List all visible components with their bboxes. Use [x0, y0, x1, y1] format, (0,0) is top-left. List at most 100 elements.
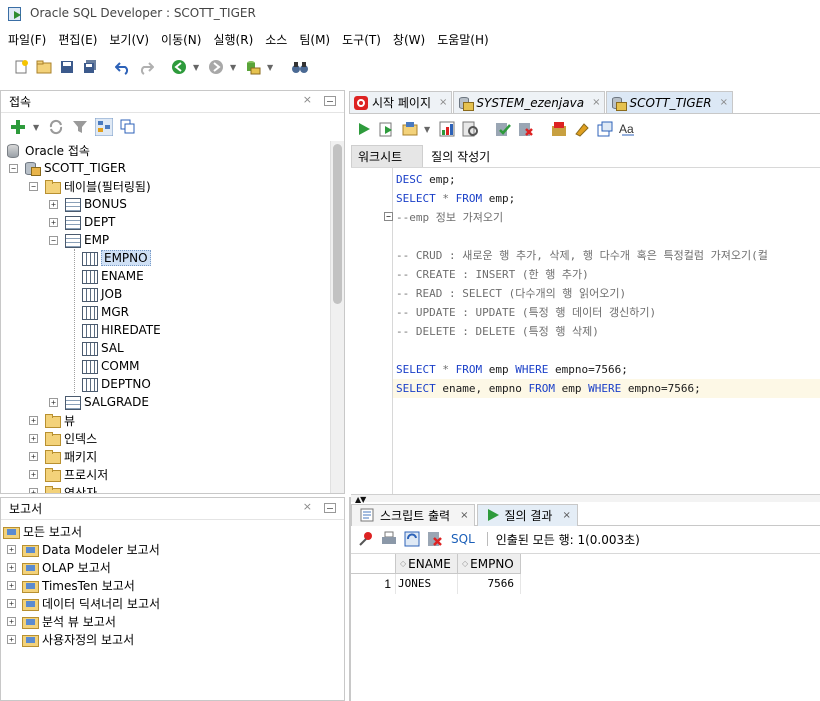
code-line[interactable]: --emp 정보 가져오기 [396, 208, 503, 227]
forward-icon[interactable] [207, 58, 225, 76]
save-all-icon[interactable] [81, 58, 99, 76]
connections-scrollbar[interactable] [330, 141, 344, 493]
schema-browser-icon[interactable] [95, 118, 113, 136]
forward-dropdown-icon[interactable]: ▼ [230, 63, 238, 72]
tree-node[interactable]: Oracle 접속 [1, 141, 344, 159]
add-connection-icon[interactable] [9, 118, 27, 136]
tree-node[interactable]: MGR [1, 303, 344, 321]
collapse-icon[interactable]: − [49, 235, 58, 245]
editor-results-splitter[interactable]: ▲▼ [351, 494, 820, 504]
column-header-empno[interactable]: ◇ EMPNO [458, 554, 521, 574]
run-statement-icon[interactable] [355, 120, 373, 138]
collapse-all-icon[interactable] [119, 118, 137, 136]
cell-empno[interactable]: 7566 [458, 574, 521, 594]
tree-node[interactable]: − SCOTT_TIGER [1, 159, 344, 177]
run-script-icon[interactable] [378, 120, 396, 138]
refresh-icon[interactable] [47, 118, 65, 136]
close-icon[interactable]: × [592, 97, 600, 108]
menu-file[interactable]: 파일(F) [4, 26, 50, 54]
expand-icon[interactable]: + [29, 469, 38, 479]
open-folder-icon[interactable] [35, 58, 53, 76]
tree-node[interactable]: + SALGRADE [1, 393, 344, 411]
tree-node[interactable]: + BONUS [1, 195, 344, 213]
expand-icon[interactable]: + [7, 562, 16, 572]
sql-connection-dropdown-icon[interactable]: ▼ [267, 63, 275, 72]
tab-query-result[interactable]: 질의 결과 × [477, 503, 578, 526]
tab-query-builder[interactable]: 질의 작성기 [425, 146, 496, 167]
tree-node[interactable]: HIREDATE [1, 321, 344, 339]
menu-source[interactable]: 소스 [261, 26, 291, 54]
tree-node[interactable]: COMM [1, 357, 344, 375]
sql-connection-icon[interactable] [244, 58, 262, 76]
tree-node[interactable]: + Data Modeler 보고서 [1, 540, 344, 558]
collapse-icon[interactable]: − [29, 181, 38, 191]
binoculars-icon[interactable] [291, 58, 309, 76]
menu-navigate[interactable]: 이동(N) [157, 26, 205, 54]
rollback-icon[interactable] [517, 120, 535, 138]
pin-icon[interactable] [357, 530, 375, 548]
minimize-icon[interactable] [324, 96, 336, 106]
expand-icon[interactable]: + [49, 217, 58, 227]
clear-icon[interactable] [573, 120, 591, 138]
close-icon[interactable]: × [439, 97, 447, 108]
code-line[interactable]: SELECT * FROM emp; [396, 189, 515, 208]
code-line[interactable]: -- READ : SELECT (다수개의 행 읽어오기) [396, 284, 626, 303]
new-file-icon[interactable] [12, 58, 30, 76]
undo-icon[interactable] [114, 58, 132, 76]
tree-node[interactable]: + 연산자 [1, 483, 344, 493]
sql-tuning-icon[interactable] [461, 120, 479, 138]
expand-icon[interactable]: + [7, 616, 16, 626]
tree-node[interactable]: SAL [1, 339, 344, 357]
print-icon[interactable] [380, 530, 398, 548]
tree-node[interactable]: + OLAP 보고서 [1, 558, 344, 576]
code-line[interactable]: -- UPDATE : UPDATE (특정 행 데이터 갱신하기) [396, 303, 656, 322]
tree-node[interactable]: + 데이터 딕셔너리 보고서 [1, 594, 344, 612]
fold-toggle-icon[interactable]: − [384, 212, 393, 221]
close-icon[interactable]: × [303, 500, 312, 513]
menu-help[interactable]: 도움말(H) [433, 26, 493, 54]
sql-history-icon[interactable] [550, 120, 568, 138]
expand-icon[interactable]: + [7, 580, 16, 590]
close-icon[interactable]: × [720, 97, 728, 108]
code-line[interactable]: -- DELETE : DELETE (특정 행 삭제) [396, 322, 599, 341]
refresh-sql-icon[interactable] [403, 530, 421, 548]
case-toggle-icon[interactable]: Aa [619, 120, 637, 138]
expand-icon[interactable]: + [49, 199, 58, 209]
redo-icon[interactable] [137, 58, 155, 76]
tab-start-page[interactable]: 시작 페이지 × [349, 91, 453, 113]
back-icon[interactable] [170, 58, 188, 76]
delete-results-icon[interactable] [426, 530, 444, 548]
tree-node[interactable]: + 프로시저 [1, 465, 344, 483]
collapse-icon[interactable]: − [9, 163, 18, 173]
tree-node[interactable]: + 패키지 [1, 447, 344, 465]
tree-node[interactable]: + 사용자정의 보고서 [1, 630, 344, 648]
autotrace-icon[interactable] [401, 120, 419, 138]
tree-node[interactable]: − 테이블(필터링됨) [1, 177, 344, 195]
autotrace-dropdown-icon[interactable]: ▼ [424, 125, 432, 134]
expand-icon[interactable]: + [29, 433, 38, 443]
menu-team[interactable]: 팀(M) [295, 26, 334, 54]
minimize-icon[interactable] [324, 503, 336, 513]
column-header-ename[interactable]: ◇ ENAME [396, 554, 458, 574]
tree-node[interactable]: − EMP [1, 231, 344, 249]
tree-node[interactable]: JOB [1, 285, 344, 303]
code-line[interactable]: DESC emp; [396, 170, 456, 189]
menu-view[interactable]: 보기(V) [105, 26, 153, 54]
tab-scott-tiger[interactable]: SCOTT_TIGER × [606, 91, 734, 113]
format-icon[interactable] [596, 120, 614, 138]
sql-link[interactable]: SQL [451, 532, 475, 546]
scroll-thumb[interactable] [333, 144, 342, 304]
code-line[interactable]: -- CRUD : 새로운 행 추가, 삭제, 행 다수개 혹은 특정컬럼 가져… [396, 246, 768, 265]
tree-node[interactable]: EMPNO [1, 249, 344, 267]
add-connection-dropdown-icon[interactable]: ▼ [33, 123, 41, 132]
expand-icon[interactable]: + [29, 415, 38, 425]
tab-system-ezenjava[interactable]: SYSTEM_ezenjava × [453, 91, 606, 113]
filter-icon[interactable] [71, 118, 89, 136]
menu-run[interactable]: 실행(R) [209, 26, 257, 54]
expand-icon[interactable]: + [7, 598, 16, 608]
table-row[interactable]: 1 JONES 7566 [351, 574, 521, 594]
tree-node[interactable]: + 분석 뷰 보고서 [1, 612, 344, 630]
expand-icon[interactable]: + [7, 634, 16, 644]
explain-plan-icon[interactable] [438, 120, 456, 138]
code-line[interactable]: SELECT * FROM emp WHERE empno=7566; [396, 360, 628, 379]
